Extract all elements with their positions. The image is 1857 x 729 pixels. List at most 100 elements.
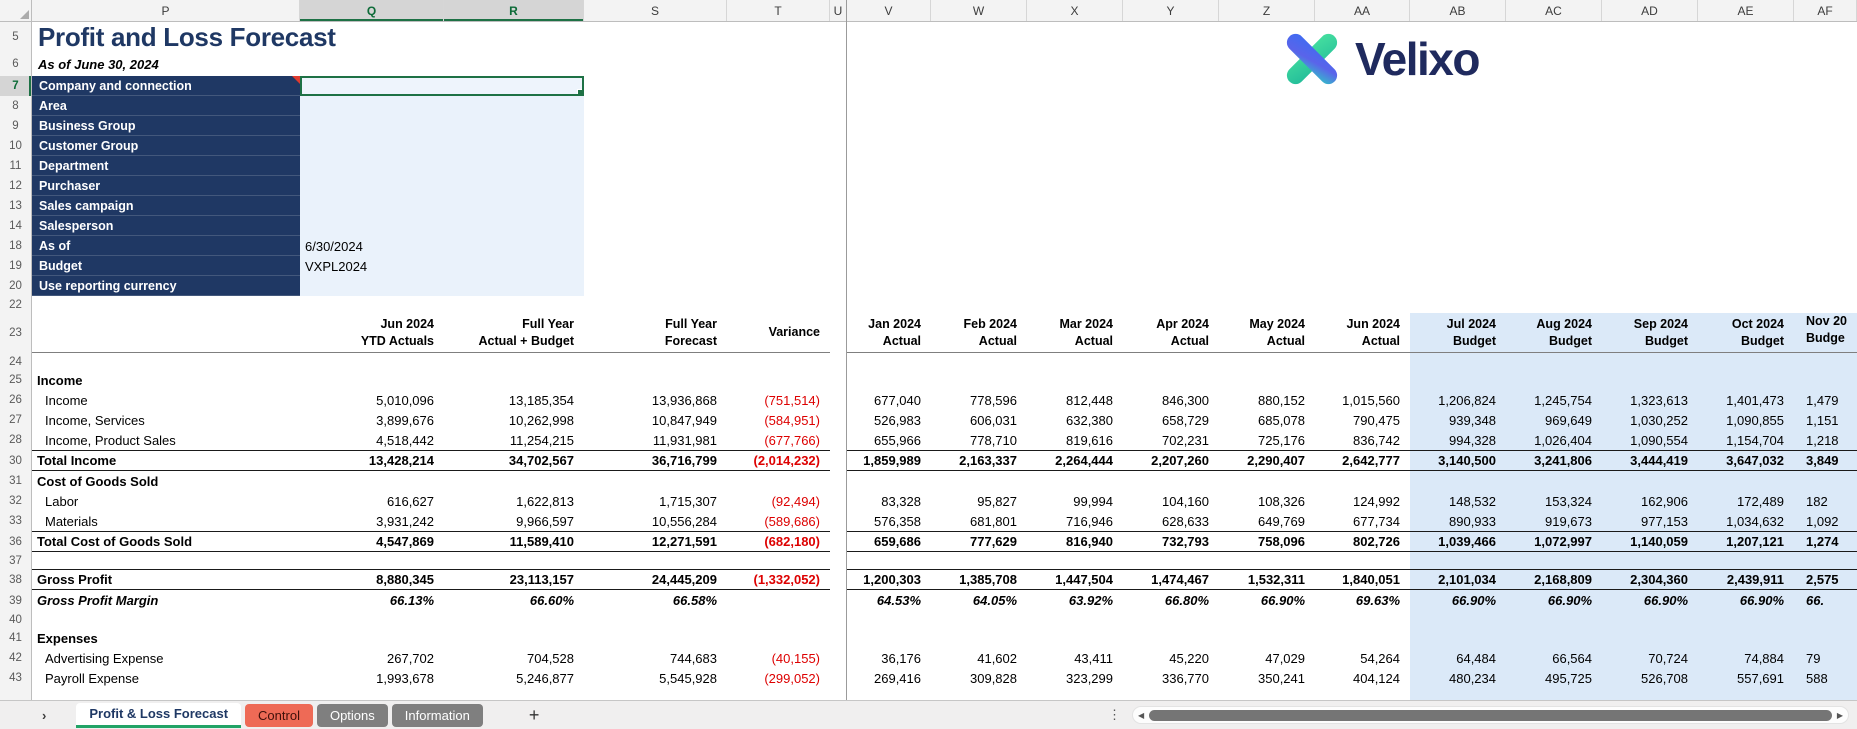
cell[interactable]: 3,849 (1794, 450, 1857, 471)
cell[interactable] (1219, 552, 1315, 569)
cell[interactable]: 658,729 (1123, 410, 1219, 430)
cell[interactable] (584, 688, 727, 700)
cell[interactable] (830, 390, 847, 410)
cell[interactable] (1602, 628, 1698, 648)
cell[interactable]: 350,241 (1219, 668, 1315, 688)
row-label[interactable]: Income (32, 370, 300, 390)
row-header-7[interactable]: 7 (0, 76, 32, 96)
row-header-40[interactable]: 40 (0, 611, 32, 628)
cell[interactable]: 1,207,121 (1698, 531, 1794, 552)
row-label[interactable]: Cost of Goods Sold (32, 471, 300, 491)
cell[interactable]: 66.60% (444, 590, 584, 611)
cell[interactable]: 778,710 (931, 430, 1027, 450)
cell[interactable]: 3,140,500 (1410, 450, 1506, 471)
cell[interactable]: 153,324 (1506, 491, 1602, 511)
filter-value-input[interactable] (300, 216, 584, 236)
cell[interactable]: 41,602 (931, 648, 1027, 668)
cell[interactable]: 1,039,466 (1410, 531, 1506, 552)
cell[interactable]: (92,494) (727, 491, 830, 511)
cell[interactable]: 2,163,337 (931, 450, 1027, 471)
cell[interactable]: 880,152 (1219, 390, 1315, 410)
cell[interactable]: 1,072,997 (1506, 531, 1602, 552)
cell[interactable] (830, 450, 847, 471)
cell[interactable] (1506, 552, 1602, 569)
cell[interactable]: 649,769 (1219, 511, 1315, 531)
cell[interactable]: 104,160 (1123, 491, 1219, 511)
column-title[interactable]: Mar 2024 Actual (1027, 313, 1123, 353)
cell[interactable] (300, 353, 444, 370)
cell[interactable]: 939,348 (1410, 410, 1506, 430)
sheet-tab-control[interactable]: Control (245, 703, 313, 727)
cell[interactable]: 12,271,591 (584, 531, 727, 552)
cell[interactable]: 269,416 (847, 668, 931, 688)
cell[interactable] (830, 569, 847, 590)
column-title[interactable]: Apr 2024 Actual (1123, 313, 1219, 353)
cell[interactable] (830, 471, 847, 491)
cell[interactable] (1027, 611, 1123, 628)
cell[interactable] (1315, 353, 1410, 370)
cell[interactable] (1698, 296, 1794, 313)
column-header-U[interactable]: U (830, 0, 847, 21)
cell[interactable]: (677,766) (727, 430, 830, 450)
cell[interactable] (1698, 370, 1794, 390)
cell[interactable] (1315, 471, 1410, 491)
cell[interactable]: 1,323,613 (1602, 390, 1698, 410)
cell[interactable]: 323,299 (1027, 668, 1123, 688)
cell[interactable] (727, 590, 830, 611)
cell[interactable] (931, 370, 1027, 390)
cell[interactable]: 816,940 (1027, 531, 1123, 552)
cell[interactable]: 95,827 (931, 491, 1027, 511)
cell[interactable]: 267,702 (300, 648, 444, 668)
cell[interactable]: 66.90% (1698, 590, 1794, 611)
cell[interactable]: 24,445,209 (584, 569, 727, 590)
cell[interactable] (1794, 471, 1857, 491)
cell[interactable] (1315, 370, 1410, 390)
cell[interactable] (931, 628, 1027, 648)
cell[interactable] (584, 296, 727, 313)
row-header-25[interactable]: 25 (0, 370, 32, 390)
cell[interactable] (1794, 296, 1857, 313)
cell[interactable] (1027, 353, 1123, 370)
column-header-AE[interactable]: AE (1698, 0, 1794, 21)
cell[interactable]: 64,484 (1410, 648, 1506, 668)
row-header-43[interactable]: 43 (0, 668, 32, 688)
cell[interactable]: 1,092 (1794, 511, 1857, 531)
cell[interactable] (32, 313, 300, 353)
cell[interactable]: 557,691 (1698, 668, 1794, 688)
cell[interactable] (847, 471, 931, 491)
cell[interactable] (300, 688, 444, 700)
cell[interactable]: 36,716,799 (584, 450, 727, 471)
cell[interactable]: 526,708 (1602, 668, 1698, 688)
cell[interactable] (1027, 296, 1123, 313)
cell[interactable]: 23,113,157 (444, 569, 584, 590)
row-label[interactable]: Payroll Expense (32, 668, 300, 688)
filter-dropdown-button[interactable]: ▼ (583, 76, 584, 96)
cell[interactable] (931, 688, 1027, 700)
cell[interactable] (727, 628, 830, 648)
cell[interactable]: 11,589,410 (444, 531, 584, 552)
cell[interactable] (1794, 370, 1857, 390)
cell[interactable]: (682,180) (727, 531, 830, 552)
cell[interactable] (1410, 353, 1506, 370)
cell[interactable] (847, 552, 931, 569)
cell[interactable] (1219, 688, 1315, 700)
cell[interactable] (584, 353, 727, 370)
cell[interactable]: 994,328 (1410, 430, 1506, 450)
cell[interactable]: 162,906 (1602, 491, 1698, 511)
row-label[interactable]: Gross Profit (32, 569, 300, 590)
cell[interactable]: 66,564 (1506, 648, 1602, 668)
cell[interactable]: 5,545,928 (584, 668, 727, 688)
cell[interactable] (584, 552, 727, 569)
column-header-V[interactable]: V (847, 0, 931, 21)
cell[interactable] (830, 491, 847, 511)
cell[interactable]: 54,264 (1315, 648, 1410, 668)
column-title[interactable]: Feb 2024 Actual (931, 313, 1027, 353)
cell[interactable]: 1,200,303 (847, 569, 931, 590)
cell[interactable]: 3,444,419 (1602, 450, 1698, 471)
cell[interactable]: 1,140,059 (1602, 531, 1698, 552)
cell[interactable]: 1,385,708 (931, 569, 1027, 590)
cell[interactable] (1698, 688, 1794, 700)
cell[interactable]: 74,884 (1698, 648, 1794, 668)
cell[interactable] (727, 611, 830, 628)
cell[interactable]: 1,479 (1794, 390, 1857, 410)
